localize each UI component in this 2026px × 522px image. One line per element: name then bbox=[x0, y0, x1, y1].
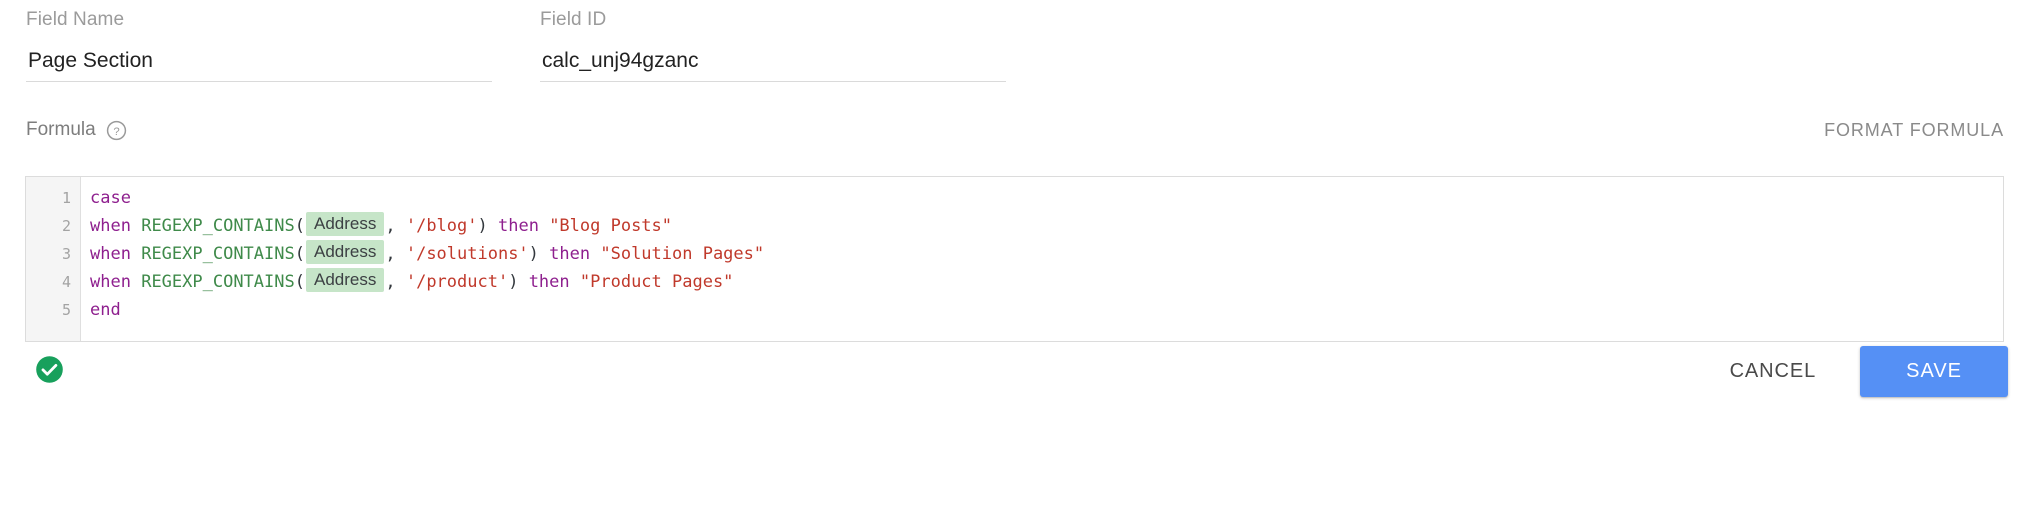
code-token-function: REGEXP_CONTAINS bbox=[141, 216, 295, 236]
code-token-dstring: "Product Pages" bbox=[579, 272, 734, 292]
field-reference-pill[interactable]: Address bbox=[305, 212, 385, 236]
code-token-keyword: end bbox=[90, 300, 121, 320]
formula-label: Formula bbox=[26, 119, 96, 140]
code-token-punct: , bbox=[385, 272, 406, 292]
svg-text:?: ? bbox=[113, 125, 119, 137]
editor-code-line[interactable]: when REGEXP_CONTAINS(Address, '/solution… bbox=[90, 240, 2003, 268]
field-name-label: Field Name bbox=[26, 9, 125, 30]
field-name-input[interactable] bbox=[26, 46, 492, 82]
editor-line-number: 4 bbox=[61, 273, 71, 291]
field-reference-pill[interactable]: Address bbox=[305, 268, 385, 292]
editor-code-line[interactable]: end bbox=[90, 296, 2003, 324]
code-token-punct: ( bbox=[294, 272, 305, 292]
editor-code-area[interactable]: case when REGEXP_CONTAINS(Address, '/blog… bbox=[81, 177, 2003, 341]
field-id-input[interactable] bbox=[540, 46, 1006, 82]
code-token-keyword: case bbox=[90, 188, 131, 208]
code-token-string: '/solutions' bbox=[405, 244, 529, 264]
code-token-string: '/blog' bbox=[405, 216, 478, 236]
dialog-footer: CANCEL SAVE bbox=[0, 342, 2026, 522]
field-id-label: Field ID bbox=[540, 9, 607, 30]
code-token-keyword: when bbox=[90, 216, 131, 236]
field-reference-pill[interactable]: Address bbox=[305, 240, 385, 264]
editor-line-number: 1 bbox=[61, 189, 71, 207]
editor-code-line[interactable]: when REGEXP_CONTAINS(Address, '/blog') t… bbox=[90, 212, 2003, 240]
code-token-dstring: "Solution Pages" bbox=[600, 244, 765, 264]
code-token-keyword: then bbox=[528, 272, 570, 292]
help-circle-icon[interactable]: ? bbox=[106, 120, 127, 141]
code-token-function: REGEXP_CONTAINS bbox=[141, 244, 295, 264]
editor-code-line[interactable]: when REGEXP_CONTAINS(Address, '/product'… bbox=[90, 268, 2003, 296]
code-token-keyword: then bbox=[497, 216, 539, 236]
editor-line-number: 5 bbox=[61, 301, 71, 319]
formula-label-group: Formula ? bbox=[26, 118, 127, 142]
save-button[interactable]: SAVE bbox=[1860, 346, 2008, 397]
editor-line-number: 2 bbox=[61, 217, 71, 235]
formula-header: Formula ? FORMAT FORMULA bbox=[0, 118, 2026, 154]
code-token-punct: , bbox=[385, 244, 406, 264]
code-token-punct: ) bbox=[528, 244, 550, 264]
formula-editor[interactable]: 1 2 3 4 5 case when REGEXP_CONTAINS(Address, … bbox=[25, 176, 2004, 342]
editor-code-line[interactable]: case bbox=[90, 184, 2003, 212]
cancel-button[interactable]: CANCEL bbox=[1708, 348, 1839, 395]
code-token-punct: ( bbox=[294, 216, 305, 236]
code-token-function: REGEXP_CONTAINS bbox=[141, 272, 295, 292]
editor-line-number-gutter: 1 2 3 4 5 bbox=[26, 177, 81, 341]
field-id-group: Field ID bbox=[540, 8, 1006, 82]
editor-line-number: 3 bbox=[61, 245, 71, 263]
code-token-keyword: when bbox=[90, 244, 131, 264]
check-circle-icon bbox=[35, 355, 64, 384]
field-name-group: Field Name bbox=[26, 8, 492, 82]
code-token-dstring: "Blog Posts" bbox=[549, 216, 673, 236]
code-token-punct: ) bbox=[508, 272, 529, 292]
code-token-keyword: then bbox=[549, 244, 591, 264]
format-formula-button[interactable]: FORMAT FORMULA bbox=[1824, 120, 2004, 141]
code-token-keyword: when bbox=[90, 272, 131, 292]
code-token-punct: ( bbox=[294, 244, 305, 264]
code-token-string: '/product' bbox=[405, 272, 509, 292]
field-meta-row: Field Name Field ID bbox=[0, 0, 2026, 95]
footer-actions: CANCEL SAVE bbox=[1708, 346, 2008, 397]
code-token-punct: ) bbox=[477, 216, 498, 236]
code-token-punct: , bbox=[385, 216, 406, 236]
